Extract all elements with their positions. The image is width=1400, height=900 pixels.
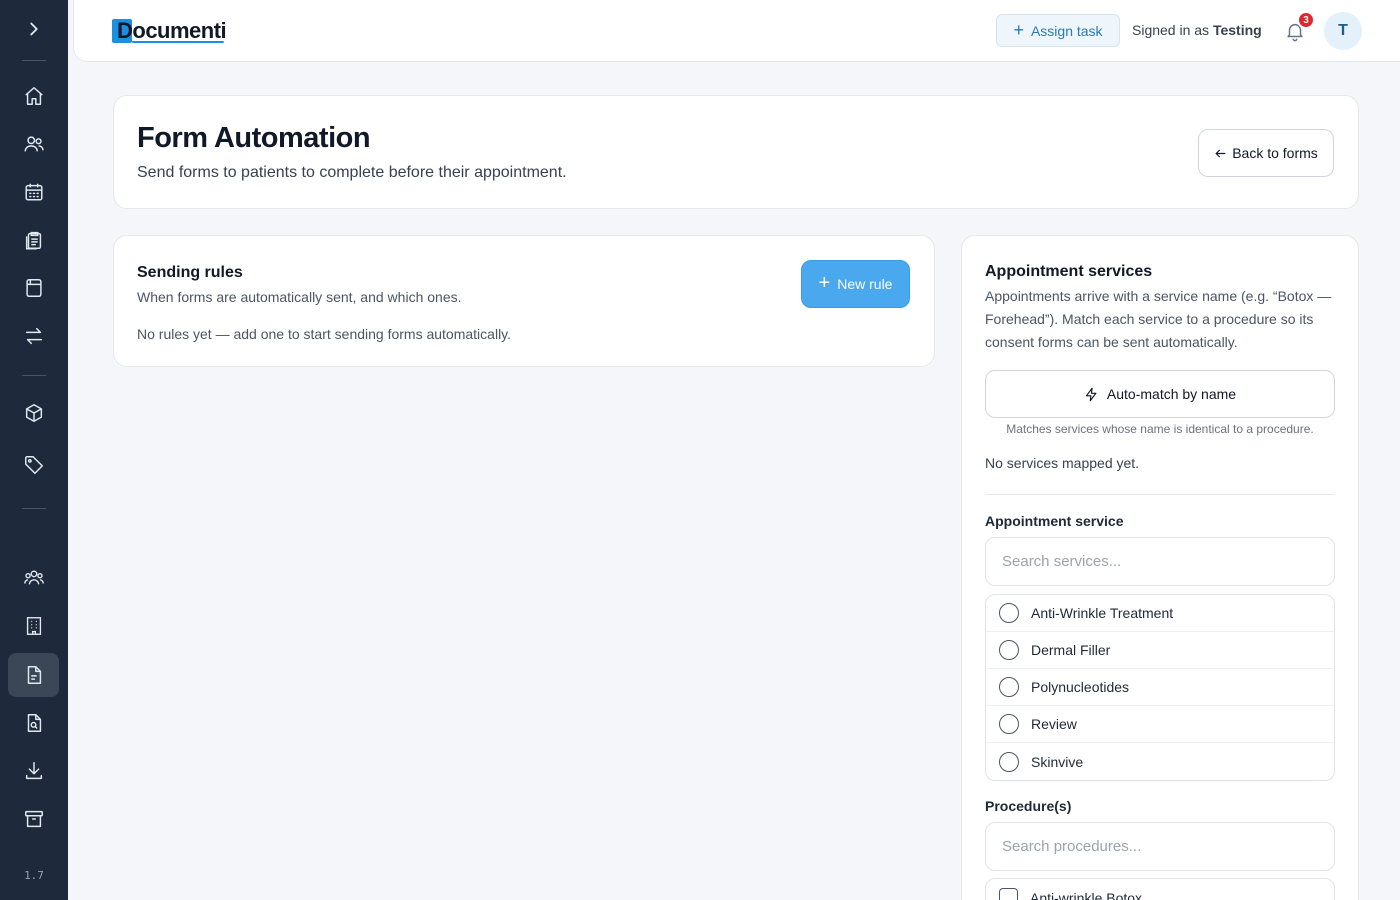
service-name: Dermal Filler bbox=[1031, 642, 1111, 658]
notification-badge: 3 bbox=[1297, 11, 1315, 29]
team-icon bbox=[23, 570, 44, 585]
building-icon bbox=[26, 617, 41, 635]
list-item[interactable]: Skinvive bbox=[986, 743, 1334, 780]
service-name: Review bbox=[1031, 716, 1077, 732]
sidebar-toggle-button[interactable] bbox=[17, 14, 51, 44]
list-item[interactable]: Anti-wrinkle Botox bbox=[986, 879, 1334, 900]
tag-icon bbox=[24, 456, 43, 474]
sidebar-item-patients[interactable] bbox=[8, 122, 59, 166]
sidebar-item-products[interactable] bbox=[8, 391, 59, 435]
new-rule-button[interactable]: + New rule bbox=[801, 260, 910, 308]
no-services-mapped-text: No services mapped yet. bbox=[985, 455, 1140, 471]
arrow-left-icon bbox=[1215, 149, 1226, 157]
procedure-name: Anti-wrinkle Botox bbox=[1030, 889, 1143, 900]
radio-button[interactable] bbox=[999, 714, 1019, 734]
sidebar-item-home[interactable] bbox=[8, 74, 59, 118]
chevron-right-icon bbox=[30, 22, 38, 36]
assign-task-button[interactable]: + Assign task bbox=[996, 14, 1120, 47]
file-text-icon bbox=[27, 666, 41, 684]
radio-button[interactable] bbox=[999, 640, 1019, 660]
radio-button[interactable] bbox=[999, 677, 1019, 697]
plus-icon: + bbox=[1013, 20, 1024, 40]
plus-icon: + bbox=[818, 272, 831, 294]
appointment-services-title: Appointment services bbox=[985, 263, 1153, 280]
box-icon bbox=[25, 404, 42, 422]
avatar[interactable]: T bbox=[1324, 12, 1362, 50]
list-item[interactable]: Dermal Filler bbox=[986, 632, 1334, 669]
procedure-search-input[interactable] bbox=[985, 822, 1335, 871]
sidebar-item-transfer[interactable] bbox=[8, 314, 59, 358]
logo[interactable]: Documenti bbox=[112, 18, 227, 44]
signed-in-status: Signed in as Testing bbox=[1132, 22, 1262, 38]
appointment-services-card: Appointment services Appointments arrive… bbox=[961, 235, 1359, 900]
radio-button[interactable] bbox=[999, 751, 1019, 772]
list-item[interactable]: Anti-Wrinkle Treatment bbox=[986, 595, 1334, 632]
page-title: Form Automation bbox=[137, 122, 371, 154]
sidebar-item-tags[interactable] bbox=[8, 443, 59, 487]
sidebar-item-downloads[interactable] bbox=[8, 749, 59, 793]
top-bar: Documenti + Assign task Signed in as Tes… bbox=[73, 0, 1400, 62]
sidebar-item-clinics[interactable] bbox=[8, 604, 59, 648]
back-to-forms-button[interactable]: Back to forms bbox=[1198, 129, 1334, 177]
list-item[interactable]: Review bbox=[986, 706, 1334, 743]
download-icon bbox=[25, 762, 42, 780]
sending-rules-empty-text: No rules yet — add one to start sending … bbox=[137, 326, 512, 342]
sidebar-divider bbox=[22, 508, 46, 509]
signed-in-prefix: Signed in as bbox=[1132, 22, 1210, 38]
service-search-input[interactable] bbox=[985, 537, 1335, 586]
list-item[interactable]: Polynucleotides bbox=[986, 669, 1334, 706]
signed-in-user: Testing bbox=[1212, 22, 1262, 38]
sidebar: 1.7 bbox=[0, 0, 68, 900]
auto-match-button[interactable]: Auto-match by name bbox=[985, 370, 1335, 418]
sidebar-item-calendar[interactable] bbox=[8, 170, 59, 214]
procedures-label: Procedure(s) bbox=[985, 798, 1072, 814]
document-icon bbox=[25, 279, 42, 297]
new-rule-label: New rule bbox=[837, 276, 893, 292]
appointment-services-description: Appointments arrive with a service name … bbox=[985, 288, 1332, 350]
service-name: Anti-Wrinkle Treatment bbox=[1031, 605, 1174, 621]
sidebar-item-archive[interactable] bbox=[8, 797, 59, 841]
radio-button[interactable] bbox=[999, 603, 1019, 623]
auto-match-label: Auto-match by name bbox=[1106, 386, 1237, 402]
sending-rules-description: When forms are automatically sent, and w… bbox=[137, 289, 462, 305]
sidebar-item-search-documents[interactable] bbox=[8, 701, 59, 745]
service-name: Polynucleotides bbox=[1031, 679, 1130, 695]
back-to-forms-label: Back to forms bbox=[1232, 145, 1318, 161]
sidebar-item-team[interactable] bbox=[8, 556, 59, 600]
sidebar-divider bbox=[22, 375, 46, 376]
page-subtitle: Send forms to patients to complete befor… bbox=[137, 164, 567, 181]
sidebar-divider bbox=[22, 60, 46, 61]
archive-icon bbox=[24, 810, 43, 828]
sidebar-item-forms[interactable] bbox=[8, 266, 59, 310]
users-icon bbox=[24, 136, 44, 152]
arrows-icon bbox=[25, 327, 42, 345]
sending-rules-card: Sending rules When forms are automatical… bbox=[113, 235, 935, 367]
app-version: 1.7 bbox=[24, 869, 44, 882]
file-search-icon bbox=[27, 714, 41, 732]
sidebar-item-clipboard[interactable] bbox=[8, 218, 59, 262]
clipboard-icon bbox=[25, 231, 41, 250]
assign-task-label: Assign task bbox=[1030, 22, 1103, 39]
page-header-card: Form Automation Send forms to patients t… bbox=[113, 95, 1359, 209]
checkbox[interactable] bbox=[999, 888, 1018, 900]
service-name: Skinvive bbox=[1031, 753, 1084, 770]
auto-match-hint: Matches services whose name is identical… bbox=[1006, 422, 1314, 436]
sending-rules-title: Sending rules bbox=[137, 264, 243, 281]
procedure-list: Anti-wrinkle Botox bbox=[985, 878, 1335, 900]
logo-underline bbox=[132, 41, 224, 43]
appointment-service-label: Appointment service bbox=[985, 513, 1124, 529]
service-list: Anti-Wrinkle Treatment Dermal Filler Pol… bbox=[985, 594, 1335, 781]
lightning-icon bbox=[1085, 387, 1097, 401]
home-icon bbox=[24, 87, 43, 105]
sidebar-item-form-automation[interactable] bbox=[8, 653, 59, 697]
calendar-icon bbox=[24, 183, 43, 201]
section-divider bbox=[985, 494, 1335, 495]
